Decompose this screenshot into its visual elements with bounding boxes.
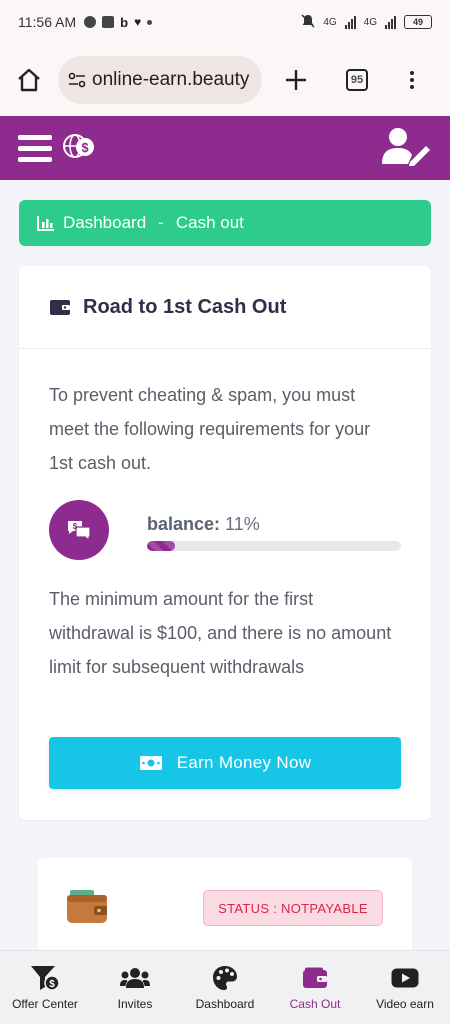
hamburger-menu-icon[interactable] (18, 134, 52, 162)
breadcrumb-dashboard-link[interactable]: Dashboard (63, 213, 146, 233)
address-bar[interactable]: online-earn.beauty (58, 56, 262, 104)
card-title: Road to 1st Cash Out (83, 295, 287, 318)
balance-progress-fill (147, 541, 175, 551)
signal-icon (344, 15, 356, 29)
chat-dollar-icon: $ (68, 521, 91, 541)
balance-text: balance: 11% (147, 514, 260, 535)
network-label-2: 4G (363, 16, 377, 28)
minimum-withdrawal-text: The minimum amount for the first withdra… (49, 589, 392, 677)
signal-icon-2 (385, 15, 396, 29)
url-text: online-earn.beauty (92, 69, 250, 90)
site-settings-icon (68, 72, 86, 88)
svg-text:$: $ (81, 140, 89, 155)
nav-video-earn[interactable]: Video earn (360, 951, 450, 1024)
funnel-dollar-icon: $ (30, 965, 60, 991)
notification-app-icon (102, 16, 115, 28)
wallet-illustration-icon (66, 888, 108, 929)
balance-value: 11% (225, 514, 260, 534)
balance-progress-bar (147, 541, 401, 551)
nav-video-earn-label: Video earn (376, 996, 434, 1011)
chat-bubble-icon: ♥ (134, 15, 142, 29)
payout-status-card: STATUS : NOTPAYABLE (38, 858, 412, 958)
mute-icon (301, 13, 315, 31)
balance-icon: $ (49, 500, 109, 560)
nav-offer-center[interactable]: $ Offer Center (0, 951, 90, 1024)
battery-icon: 49 (404, 15, 432, 29)
users-icon (120, 965, 150, 991)
bottom-navigation: $ Offer Center Invites Dashboard Cash Ou… (0, 950, 450, 1024)
notification-b-icon: b (120, 14, 129, 30)
nav-dashboard-label: Dashboard (195, 996, 255, 1011)
nav-invites[interactable]: Invites (90, 951, 180, 1024)
browser-toolbar: online-earn.beauty 95 (0, 44, 450, 116)
earn-money-now-button[interactable]: Earn Money Now (49, 737, 401, 789)
status-time: 11:56 AM (18, 14, 77, 30)
nav-dashboard[interactable]: Dashboard (180, 951, 270, 1024)
svg-text:$: $ (73, 522, 78, 531)
nav-cash-out[interactable]: Cash Out (270, 951, 360, 1024)
breadcrumb: Dashboard - Cash out (19, 200, 431, 246)
bar-chart-icon (37, 216, 54, 231)
home-icon (18, 68, 40, 92)
card-header: Road to 1st Cash Out (19, 266, 431, 349)
earn-money-now-label: Earn Money Now (176, 753, 312, 772)
palette-icon (212, 965, 238, 991)
breadcrumb-separator: - (158, 213, 164, 232)
network-label-1: 4G (323, 16, 337, 28)
user-edit-icon[interactable] (380, 126, 432, 171)
youtube-icon (391, 965, 419, 991)
status-badge: STATUS : NOTPAYABLE (203, 890, 383, 926)
notification-dot-icon (84, 16, 97, 28)
tab-switcher-button[interactable]: 95 (346, 69, 368, 91)
balance-label: balance: (147, 514, 221, 534)
notification-icons: b ♥ (84, 14, 153, 30)
nav-cash-out-label: Cash Out (289, 996, 341, 1011)
plus-icon (286, 70, 306, 90)
money-bill-icon (139, 756, 162, 770)
site-header: $ (0, 116, 450, 180)
wallet-icon (302, 965, 328, 991)
nav-offer-center-label: Offer Center (12, 996, 78, 1011)
svg-text:$: $ (49, 979, 55, 990)
globe-dollar-logo-icon[interactable]: $ (62, 132, 96, 165)
new-tab-button[interactable] (262, 69, 330, 91)
nav-invites-label: Invites (117, 996, 153, 1011)
requirements-intro: To prevent cheating & spam, you must mee… (49, 385, 371, 473)
cash-out-requirements-card: Road to 1st Cash Out To prevent cheating… (19, 266, 431, 820)
status-bar: 11:56 AM b ♥ 4G 4G 49 (0, 0, 450, 44)
more-notifications-icon (147, 19, 153, 25)
breadcrumb-current: Cash out (175, 213, 244, 232)
browser-home-button[interactable] (0, 67, 58, 93)
browser-menu-button[interactable] (410, 71, 414, 89)
wallet-icon (50, 300, 70, 315)
